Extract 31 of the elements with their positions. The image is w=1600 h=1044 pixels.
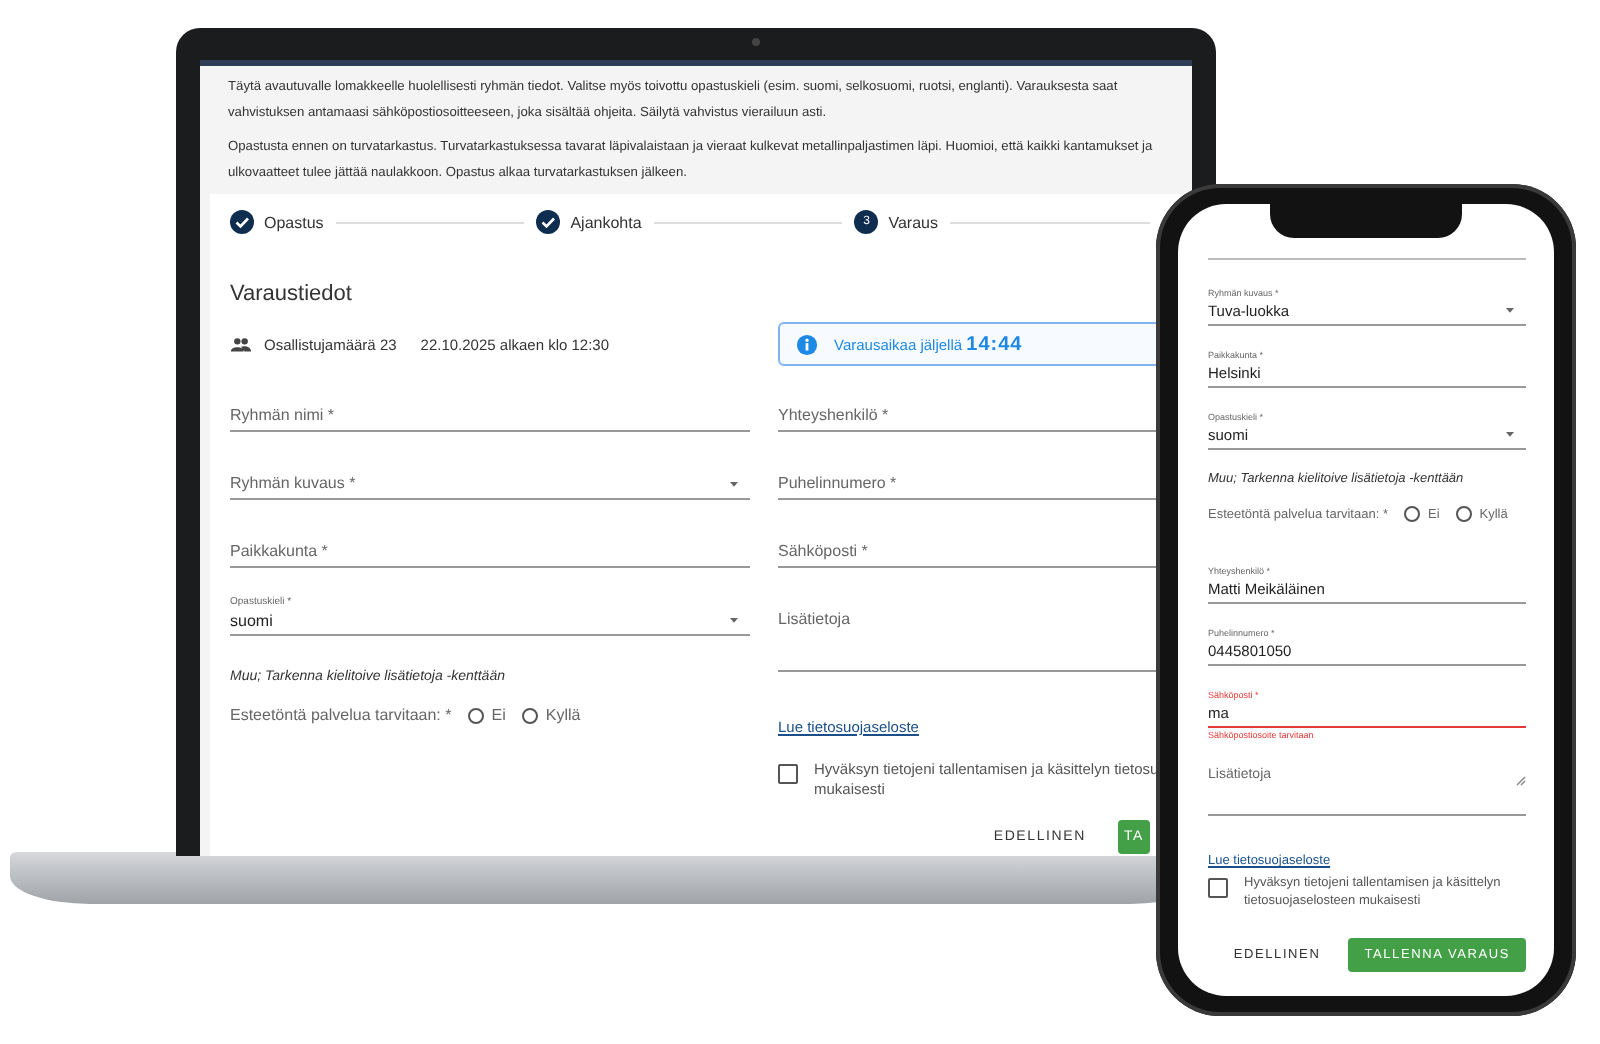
dropdown-caret-icon bbox=[726, 476, 742, 492]
field-label: Sähköposti * bbox=[778, 542, 868, 564]
radio-label[interactable]: Kyllä bbox=[545, 706, 581, 724]
field-label: Yhteyshenkilö * bbox=[778, 406, 889, 428]
radio-button[interactable] bbox=[521, 707, 538, 723]
field-label: Paikkakunta * bbox=[230, 542, 328, 564]
field-label: Ryhmän nimi * bbox=[230, 406, 335, 428]
dropdown-caret-icon bbox=[1502, 302, 1518, 318]
field-label: Lisätietoja bbox=[778, 610, 851, 632]
radio-label[interactable]: Ei bbox=[491, 706, 506, 724]
form-field[interactable]: Paikkakunta * bbox=[230, 530, 750, 568]
radio-button[interactable] bbox=[467, 707, 484, 723]
step-label: Ajankohta bbox=[570, 213, 642, 231]
dropdown-caret-icon bbox=[726, 612, 742, 628]
step-label: Opastus bbox=[264, 213, 324, 231]
radio-question: Esteetöntä palvelua tarvitaan: * bbox=[230, 706, 452, 724]
section-title: Varaustiedot bbox=[230, 282, 354, 306]
info-icon bbox=[796, 333, 818, 355]
field-label: Puhelinnumero * bbox=[778, 474, 897, 496]
field-value: suomi bbox=[230, 612, 275, 634]
form-field[interactable]: Ryhmän kuvaus * bbox=[230, 462, 750, 500]
people-icon bbox=[230, 333, 252, 355]
dropdown-caret-icon bbox=[1502, 426, 1518, 442]
form-field[interactable]: Ryhmän nimi * bbox=[230, 394, 750, 432]
checkbox[interactable] bbox=[1208, 878, 1228, 898]
field-label: Ryhmän kuvaus * bbox=[230, 474, 356, 496]
radio-button[interactable] bbox=[1403, 506, 1420, 522]
step-label: Varaus bbox=[888, 213, 938, 231]
resize-grip-icon bbox=[1514, 774, 1526, 786]
checkbox[interactable] bbox=[778, 764, 798, 784]
radio-button[interactable] bbox=[1455, 506, 1472, 522]
